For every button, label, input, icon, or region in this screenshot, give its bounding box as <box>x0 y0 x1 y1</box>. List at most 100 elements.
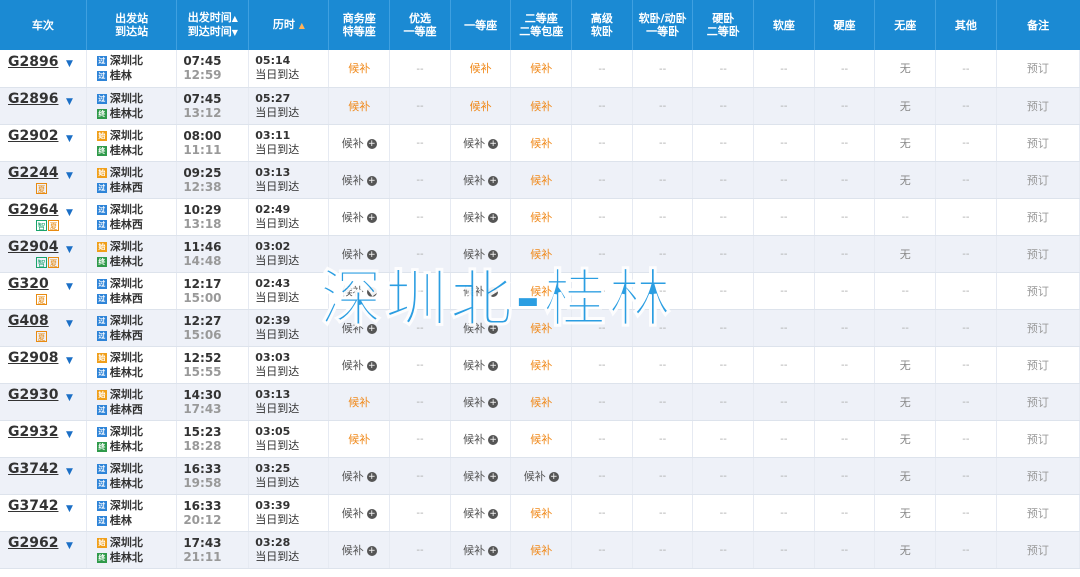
seat-cell[interactable]: 候补 <box>510 383 573 421</box>
seat-cell[interactable]: 候补 <box>510 309 573 347</box>
add-waitlist-icon[interactable]: + <box>366 138 377 149</box>
expand-stops-icon[interactable]: ▼ <box>66 356 73 366</box>
add-waitlist-icon[interactable]: + <box>488 138 499 149</box>
expand-stops-icon[interactable]: ▼ <box>66 97 73 107</box>
book-button[interactable]: 预订 <box>1027 322 1049 335</box>
book-button[interactable]: 预订 <box>1027 359 1049 372</box>
add-waitlist-icon[interactable]: + <box>488 175 499 186</box>
add-waitlist-icon[interactable]: + <box>488 471 499 482</box>
book-button[interactable]: 预订 <box>1027 396 1049 409</box>
seat-cell[interactable]: 候补 + <box>328 531 391 569</box>
seat-cell[interactable]: 候补 <box>510 494 573 532</box>
train-number-link[interactable]: G320 <box>8 276 49 292</box>
expand-stops-icon[interactable]: ▼ <box>66 134 73 144</box>
seat-cell[interactable]: 候补 + <box>450 124 512 162</box>
seat-cell[interactable]: 候补 <box>328 50 391 88</box>
add-waitlist-icon[interactable]: + <box>366 249 377 260</box>
train-number-link[interactable]: G2964 <box>8 202 58 218</box>
seat-cell[interactable]: 候补 + <box>328 309 391 347</box>
add-waitlist-icon[interactable]: + <box>488 397 499 408</box>
expand-stops-icon[interactable]: ▼ <box>66 393 73 403</box>
header-time-sort[interactable]: 出发时间▲ 到达时间▼ <box>176 0 250 50</box>
add-waitlist-icon[interactable]: + <box>488 545 499 556</box>
seat-cell[interactable]: 候补 + <box>328 161 391 199</box>
seat-cell[interactable]: 候补 + <box>328 124 391 162</box>
book-button[interactable]: 预订 <box>1027 248 1049 261</box>
book-button[interactable]: 预订 <box>1027 211 1049 224</box>
seat-cell[interactable]: 候补 <box>328 420 391 458</box>
expand-stops-icon[interactable]: ▼ <box>66 208 73 218</box>
expand-stops-icon[interactable]: ▼ <box>66 59 73 69</box>
expand-stops-icon[interactable]: ▼ <box>66 430 73 440</box>
add-waitlist-icon[interactable]: + <box>488 212 499 223</box>
add-waitlist-icon[interactable]: + <box>488 508 499 519</box>
book-button[interactable]: 预订 <box>1027 100 1049 113</box>
expand-stops-icon[interactable]: ▼ <box>66 504 73 514</box>
add-waitlist-icon[interactable]: + <box>366 471 377 482</box>
seat-cell[interactable]: 候补 <box>450 50 512 88</box>
add-waitlist-icon[interactable]: + <box>366 323 377 334</box>
add-waitlist-icon[interactable]: + <box>488 434 499 445</box>
seat-cell[interactable]: 候补 + <box>328 457 391 495</box>
add-waitlist-icon[interactable]: + <box>488 286 499 297</box>
book-button[interactable]: 预订 <box>1027 285 1049 298</box>
seat-cell[interactable]: 候补 + <box>450 457 512 495</box>
seat-cell[interactable]: 候补 <box>510 87 573 125</box>
add-waitlist-icon[interactable]: + <box>366 175 377 186</box>
add-waitlist-icon[interactable]: + <box>366 545 377 556</box>
seat-cell[interactable]: 候补 <box>328 383 391 421</box>
train-number-link[interactable]: G3742 <box>8 498 58 514</box>
seat-cell[interactable]: 候补 <box>450 87 512 125</box>
seat-cell[interactable]: 候补 <box>510 346 573 384</box>
train-number-link[interactable]: G2904 <box>8 239 58 255</box>
add-waitlist-icon[interactable]: + <box>488 360 499 371</box>
book-button[interactable]: 预订 <box>1027 470 1049 483</box>
train-number-link[interactable]: G408 <box>8 313 49 329</box>
seat-cell[interactable]: 候补 + <box>450 235 512 273</box>
train-number-link[interactable]: G2930 <box>8 387 58 403</box>
train-number-link[interactable]: G3742 <box>8 461 58 477</box>
seat-cell[interactable]: 候补 <box>328 87 391 125</box>
train-number-link[interactable]: G2896 <box>8 91 58 107</box>
seat-cell[interactable]: 候补 <box>510 235 573 273</box>
expand-stops-icon[interactable]: ▼ <box>66 245 73 255</box>
train-number-link[interactable]: G2962 <box>8 535 58 551</box>
seat-cell[interactable]: 候补 + <box>328 235 391 273</box>
header-duration-sort[interactable]: 历时 ▲ <box>248 0 330 50</box>
seat-cell[interactable]: 候补 <box>510 531 573 569</box>
add-waitlist-icon[interactable]: + <box>488 323 499 334</box>
expand-stops-icon[interactable]: ▼ <box>66 467 73 477</box>
seat-cell[interactable]: 候补 + <box>510 457 573 495</box>
book-button[interactable]: 预订 <box>1027 62 1049 75</box>
book-button[interactable]: 预订 <box>1027 507 1049 520</box>
seat-cell[interactable]: 候补 + <box>450 309 512 347</box>
seat-cell[interactable]: 候补 + <box>450 420 512 458</box>
seat-cell[interactable]: 候补 + <box>450 161 512 199</box>
seat-cell[interactable]: 候补 + <box>450 383 512 421</box>
train-number-link[interactable]: G2908 <box>8 350 58 366</box>
train-number-link[interactable]: G2244 <box>8 165 58 181</box>
seat-cell[interactable]: 候补 + <box>450 198 512 236</box>
seat-cell[interactable]: 候补 <box>510 161 573 199</box>
seat-cell[interactable]: 候补 + <box>328 198 391 236</box>
seat-cell[interactable]: 候补 + <box>328 494 391 532</box>
train-number-link[interactable]: G2932 <box>8 424 58 440</box>
seat-cell[interactable]: 候补 + <box>450 494 512 532</box>
book-button[interactable]: 预订 <box>1027 137 1049 150</box>
add-waitlist-icon[interactable]: + <box>488 249 499 260</box>
book-button[interactable]: 预订 <box>1027 544 1049 557</box>
add-waitlist-icon[interactable]: + <box>366 286 377 297</box>
seat-cell[interactable]: 候补 + <box>328 272 391 310</box>
seat-cell[interactable]: 候补 <box>510 420 573 458</box>
seat-cell[interactable]: 候补 + <box>450 346 512 384</box>
seat-cell[interactable]: 候补 <box>510 272 573 310</box>
train-number-link[interactable]: G2896 <box>8 54 58 70</box>
book-button[interactable]: 预订 <box>1027 433 1049 446</box>
expand-stops-icon[interactable]: ▼ <box>66 171 73 181</box>
seat-cell[interactable]: 候补 + <box>328 346 391 384</box>
expand-stops-icon[interactable]: ▼ <box>66 541 73 551</box>
add-waitlist-icon[interactable]: + <box>366 212 377 223</box>
seat-cell[interactable]: 候补 <box>510 198 573 236</box>
seat-cell[interactable]: 候补 <box>510 124 573 162</box>
seat-cell[interactable]: 候补 + <box>450 272 512 310</box>
